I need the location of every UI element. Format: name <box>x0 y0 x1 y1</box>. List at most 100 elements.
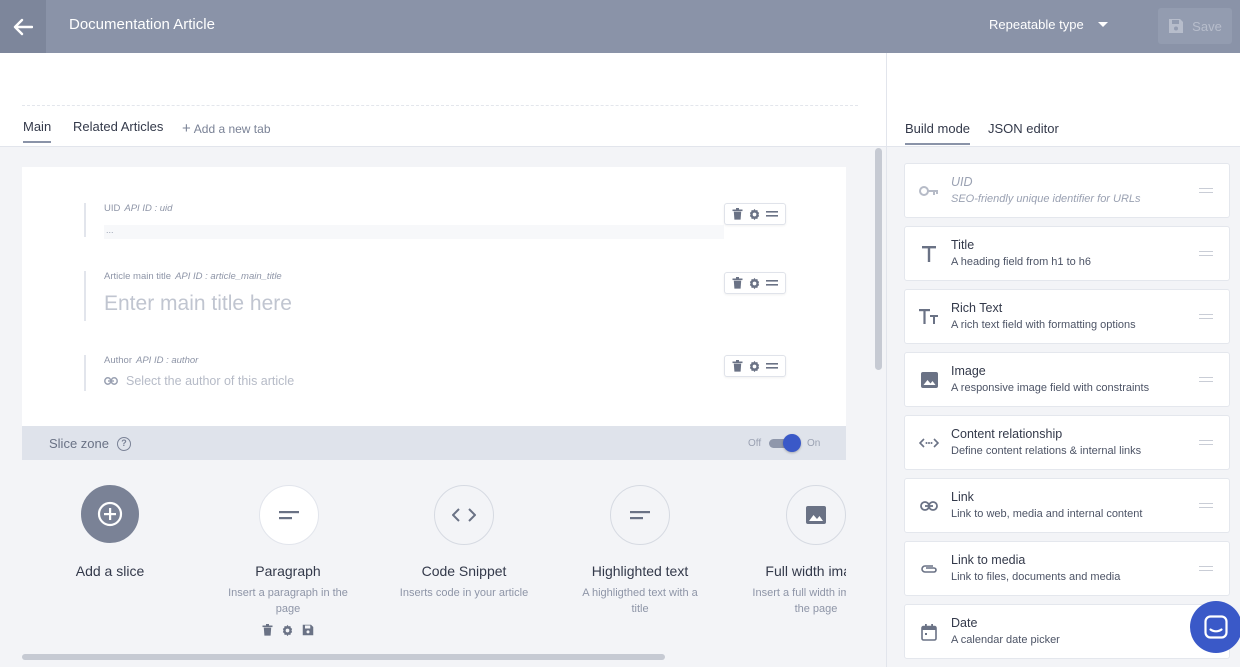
plus-circle-icon <box>97 501 123 527</box>
gear-icon[interactable] <box>748 277 761 290</box>
toggle-knob[interactable] <box>783 434 801 452</box>
field-palette: Build mode JSON editor UID SEO-friendly … <box>886 53 1240 667</box>
paperclip-icon <box>919 559 939 579</box>
drag-handle-icon[interactable] <box>1199 377 1213 382</box>
palette-item-rich-text[interactable]: Rich Text A rich text field with formatt… <box>904 289 1230 344</box>
palette-item-desc: A responsive image field with constraint… <box>951 382 1150 394</box>
field-article-main-title: Article main title API ID : article_main_… <box>84 271 786 321</box>
title-input[interactable]: Enter main title here <box>104 292 292 316</box>
palette-item-name: UID <box>951 175 973 189</box>
slice-name: Highlighted text <box>591 563 689 579</box>
title-icon <box>919 244 939 264</box>
save-icon <box>1169 19 1184 33</box>
paragraph-icon <box>630 510 650 519</box>
slice-name: Paragraph <box>255 563 321 579</box>
slice-description: Inserts code in your article <box>399 587 529 599</box>
add-tab-button[interactable]: + Add a new tab <box>182 120 271 137</box>
vertical-scrollbar[interactable] <box>875 148 882 370</box>
trash-icon[interactable] <box>262 624 273 636</box>
drag-handle-icon[interactable] <box>1199 251 1213 256</box>
trash-icon[interactable] <box>732 208 743 220</box>
tab-build-mode[interactable]: Build mode <box>905 121 971 145</box>
slice-icon-button[interactable] <box>259 485 319 545</box>
palette-item-desc: SEO-friendly unique identifier for URLs <box>951 193 1141 205</box>
trash-icon[interactable] <box>732 360 743 372</box>
trash-icon[interactable] <box>732 277 743 289</box>
calendar-icon <box>919 622 939 642</box>
field-uid: UID API ID : uid ... <box>84 203 786 239</box>
field-toolbar <box>724 203 786 225</box>
palette-item-date[interactable]: Date A calendar date picker <box>904 604 1230 659</box>
fields-panel: UID API ID : uid ... Article main title AP… <box>22 167 846 426</box>
chat-launcher-button[interactable] <box>1190 601 1240 653</box>
palette-item-uid[interactable]: UID SEO-friendly unique identifier for U… <box>904 163 1230 218</box>
palette-item-name: Image <box>951 364 986 378</box>
palette-item-content-relationship[interactable]: Content relationship Define content rela… <box>904 415 1230 470</box>
tab-related-articles[interactable]: Related Articles <box>73 119 163 134</box>
save-label: Save <box>1192 18 1222 34</box>
rich-text-icon <box>919 307 939 327</box>
drag-handle-icon[interactable] <box>1199 188 1213 193</box>
gear-icon[interactable] <box>281 624 294 637</box>
field-label: Author <box>104 355 132 366</box>
author-link-input[interactable]: Select the author of this article <box>104 374 294 388</box>
slice-name: Full width image <box>765 563 846 579</box>
gear-icon[interactable] <box>748 360 761 373</box>
drag-handle-icon[interactable] <box>766 211 779 217</box>
field-toolbar <box>724 355 786 377</box>
save-button[interactable]: Save <box>1158 8 1232 44</box>
palette-item-name: Rich Text <box>951 301 1003 315</box>
slice-icon-button[interactable] <box>786 485 846 545</box>
back-button[interactable] <box>0 0 46 53</box>
code-icon <box>452 508 476 522</box>
drag-handle-icon[interactable] <box>1199 503 1213 508</box>
slice-description: Insert a full width image in the page <box>752 587 846 615</box>
slice-name: Add a slice <box>75 563 145 579</box>
slice-icon-button[interactable] <box>610 485 670 545</box>
page-title: Documentation Article <box>69 16 215 33</box>
chevron-down-icon <box>1097 22 1108 27</box>
drag-handle-icon[interactable] <box>766 363 779 369</box>
arrow-left-icon <box>13 18 33 35</box>
link-icon <box>104 377 118 385</box>
slices-list: Add a slice Paragraph Insert a paragraph… <box>22 460 846 650</box>
palette-item-desc: Link to files, documents and media <box>951 571 1121 583</box>
help-icon[interactable]: ? <box>116 436 131 451</box>
slice-toolbar <box>262 624 314 637</box>
drag-handle-icon[interactable] <box>1199 566 1213 571</box>
divider <box>22 105 858 106</box>
add-slice-button[interactable] <box>81 485 139 543</box>
tab-json-editor[interactable]: JSON editor <box>988 121 1059 136</box>
slice-zone-label: Slice zone <box>49 436 109 451</box>
drag-handle-icon[interactable] <box>1199 440 1213 445</box>
toggle-off-label: Off <box>748 438 762 449</box>
drag-handle-icon[interactable] <box>766 280 779 286</box>
palette-item-name: Date <box>951 616 978 630</box>
paragraph-icon <box>279 510 299 519</box>
relationship-icon <box>919 433 939 453</box>
palette-item-image[interactable]: Image A responsive image field with cons… <box>904 352 1230 407</box>
tab-main[interactable]: Main <box>23 119 52 143</box>
slice-icon-button[interactable] <box>434 485 494 545</box>
chat-icon <box>1204 615 1228 639</box>
palette-item-desc: Define content relations & internal link… <box>951 445 1142 457</box>
field-toolbar <box>724 272 786 294</box>
uid-input[interactable]: ... <box>104 225 724 239</box>
palette-item-name: Link <box>951 490 974 504</box>
palette-item-name: Title <box>951 238 975 252</box>
save-icon[interactable] <box>302 624 314 636</box>
palette-item-link-to-media[interactable]: Link to media Link to files, documents a… <box>904 541 1230 596</box>
slice-description: Insert a paragraph in the page <box>228 587 348 615</box>
palette-item-title[interactable]: Title A heading field from h1 to h6 <box>904 226 1230 281</box>
palette-item-name: Link to media <box>951 553 1026 567</box>
palette-item-desc: A heading field from h1 to h6 <box>951 256 1092 268</box>
horizontal-scrollbar[interactable] <box>22 654 665 660</box>
type-select[interactable]: Repeatable type <box>989 17 1108 32</box>
field-api-id: API ID : author <box>136 355 199 366</box>
author-placeholder: Select the author of this article <box>126 374 295 388</box>
palette-item-desc: A rich text field with formatting option… <box>951 319 1136 331</box>
drag-handle-icon[interactable] <box>1199 314 1213 319</box>
toggle-on-label: On <box>807 438 821 449</box>
palette-item-link[interactable]: Link Link to web, media and internal con… <box>904 478 1230 533</box>
gear-icon[interactable] <box>748 208 761 221</box>
